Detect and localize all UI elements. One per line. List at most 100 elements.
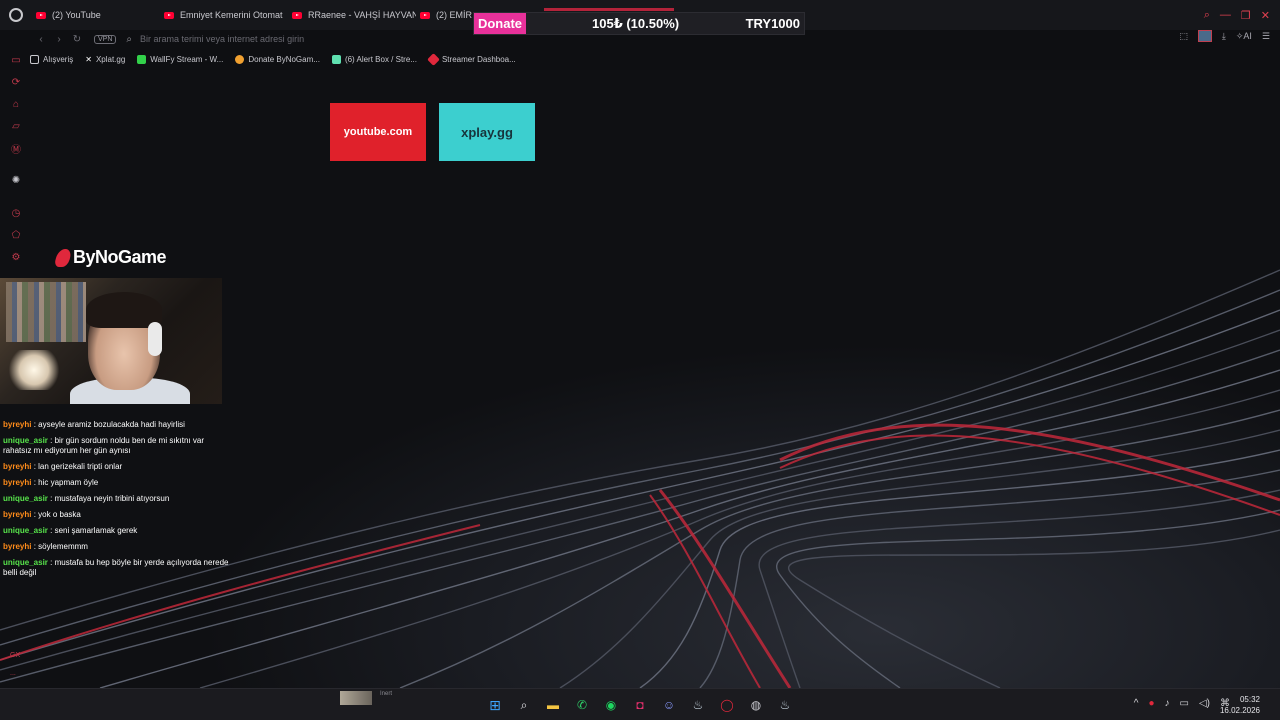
minimize-icon[interactable]: — xyxy=(1220,9,1231,21)
taskbar-thumbnail[interactable] xyxy=(340,691,372,705)
bookmark-label: Donate ByNoGam... xyxy=(248,54,320,64)
close-icon[interactable]: ✕ xyxy=(1261,9,1270,22)
wallfy-icon xyxy=(137,54,147,64)
chat-username[interactable]: byreyhi xyxy=(3,510,31,519)
wallet-icon[interactable]: ▱ xyxy=(10,120,22,132)
chat-text: : mustafaya neyin tribini atıyorsun xyxy=(50,494,170,503)
chat-username[interactable]: unique_asir xyxy=(3,558,48,567)
bag-icon[interactable]: ⌂ xyxy=(10,98,22,110)
extension-icon[interactable]: ⬠ xyxy=(10,229,22,241)
back-icon[interactable]: ‹ xyxy=(32,34,50,45)
bookmark-alertbox[interactable]: (6) Alert Box / Stre... xyxy=(331,54,417,64)
tray-chevron-icon[interactable]: ^ xyxy=(1134,698,1139,709)
chat-text: : lan gerizekali tripti onlar xyxy=(33,462,123,471)
chat-message: unique_asir : mustafaya neyin tribini at… xyxy=(3,494,233,504)
clock-time: 05:32 xyxy=(1239,695,1260,704)
chat-username[interactable]: unique_asir xyxy=(3,436,48,445)
steam-icon-2[interactable]: ♨ xyxy=(774,695,796,715)
windows-icon[interactable]: ⊞ xyxy=(484,695,506,715)
chat-username[interactable]: byreyhi xyxy=(3,420,31,429)
m-icon[interactable]: Ⓜ xyxy=(10,142,22,156)
chat-username[interactable]: byreyhi xyxy=(3,542,31,551)
taskbar-clock[interactable]: 05:32 16.02.2026 xyxy=(1220,694,1260,716)
chat-message: unique_asir : mustafa bu hep böyle bir y… xyxy=(3,558,233,578)
speed-dial-xplay[interactable]: xplay.gg xyxy=(439,103,535,161)
search-icon[interactable]: ⌕ xyxy=(513,695,535,715)
download-icon[interactable]: ⤓ xyxy=(1222,31,1226,42)
chat-text: : ayseyle aramiz bozulacakda hadi hayirl… xyxy=(33,420,185,429)
snapshot-icon[interactable]: ⬚ xyxy=(1179,31,1188,42)
vpn-badge[interactable]: VPN xyxy=(94,34,117,44)
chat-text: : seni şamarlamak gerek xyxy=(50,526,138,535)
sidebar-more-icon[interactable]: ... xyxy=(10,670,16,677)
address-input[interactable]: Bir arama terimi veya internet adresi gi… xyxy=(140,34,304,44)
chat-message: unique_asir : seni şamarlamak gerek xyxy=(3,526,233,536)
instagram-icon[interactable]: ◘ xyxy=(629,695,651,715)
aria-ai-button[interactable]: ✧AI xyxy=(1236,31,1252,42)
stream-chat: byreyhi : ayseyle aramiz bozulacakda had… xyxy=(3,420,233,584)
reload-icon[interactable]: ↻ xyxy=(68,34,86,45)
menu-icon[interactable]: ☰ xyxy=(1262,31,1270,42)
tab-rraenee[interactable]: RRaenee - VAHŞİ HAYVAN xyxy=(288,0,416,30)
tray-app-icon[interactable]: ● xyxy=(1148,698,1154,709)
tab-youtube[interactable]: (2) YouTube xyxy=(32,0,160,30)
lamp-glow xyxy=(4,350,64,390)
chat-message: byreyhi : hic yapmam öyle xyxy=(3,478,233,488)
bookmark-label: (6) Alert Box / Stre... xyxy=(344,54,417,64)
bookmark-streamer-dashboard[interactable]: Streamer Dashboa... xyxy=(427,52,516,66)
chrome-icon[interactable]: ◍ xyxy=(745,695,767,715)
chat-text: : yok o baska xyxy=(33,510,81,519)
youtube-icon xyxy=(36,11,46,19)
chat-username[interactable]: byreyhi xyxy=(3,478,31,487)
chat-username[interactable]: unique_asir xyxy=(3,526,48,535)
toolbar-right: ⬚ ⤓ ✧AI ☰ xyxy=(1179,30,1270,42)
taskbar-thumbnail-label: Inert xyxy=(380,691,393,697)
chat-username[interactable]: unique_asir xyxy=(3,494,48,503)
chat-message: byreyhi : yok o baska xyxy=(3,510,233,520)
bynogame-overlay-logo: ByNoGame xyxy=(53,247,167,268)
whatsapp-icon[interactable]: ✆ xyxy=(571,695,593,715)
youtube-icon xyxy=(292,11,302,19)
bookmark-label: WallFy Stream - W... xyxy=(150,54,224,64)
restore-icon[interactable]: ❐ xyxy=(1241,9,1251,22)
chat-username[interactable]: byreyhi xyxy=(3,462,31,471)
steam-icon[interactable]: ♨ xyxy=(687,695,709,715)
bookmark-label: Xplat.gg xyxy=(95,54,126,64)
settings-icon[interactable]: ⚙ xyxy=(10,251,22,263)
address-bar: ‹ › ↻ VPN ⌕ Bir arama terimi veya intern… xyxy=(0,30,1280,48)
bookmark-wallfy[interactable]: WallFy Stream - W... xyxy=(137,54,224,64)
discord-icon[interactable]: ☺ xyxy=(658,695,680,715)
bookmark-bynogame[interactable]: Donate ByNoGam... xyxy=(235,54,320,64)
opera-gx-logo-icon[interactable] xyxy=(0,0,32,30)
chatgpt-icon[interactable]: ✺ xyxy=(10,174,22,186)
bookmark-xplat[interactable]: ✕ Xplat.gg xyxy=(85,55,125,64)
profile-icon[interactable] xyxy=(1197,30,1212,42)
forward-icon[interactable]: › xyxy=(50,34,68,45)
bookmark-alisveris[interactable]: Alışveriş xyxy=(30,54,73,64)
tab-label: (2) YouTube xyxy=(52,10,101,20)
system-tray: ^ ● ♪ ▭ ◁) ⌘ xyxy=(1134,698,1230,709)
chat-message: byreyhi : ayseyle aramiz bozulacakda had… xyxy=(3,420,233,430)
bookmarks-bar: Alışveriş ✕ Xplat.gg WallFy Stream - W..… xyxy=(30,52,516,66)
tab-label: Emniyet Kemerini Otomat xyxy=(180,10,283,20)
speed-dial-youtube[interactable]: youtube.com xyxy=(330,103,426,161)
file-explorer-icon[interactable]: ▬ xyxy=(542,695,564,715)
spotify-icon[interactable]: ◉ xyxy=(600,695,622,715)
donate-goal: TRY1000 xyxy=(745,16,800,31)
tab-emniyet[interactable]: Emniyet Kemerini Otomat xyxy=(160,0,288,30)
refresh-icon[interactable]: ⟳ xyxy=(10,76,22,88)
youtube-icon xyxy=(164,11,174,19)
opera-gx-icon[interactable]: ◯ xyxy=(716,695,738,715)
volume-icon[interactable]: ◁) xyxy=(1199,698,1210,709)
streamer-icon xyxy=(427,52,440,66)
ai-label: AI xyxy=(1243,30,1252,41)
webcam-feed xyxy=(0,278,222,404)
search-tabs-icon[interactable]: ⌕ xyxy=(1204,9,1210,22)
bookmark-label: Streamer Dashboa... xyxy=(441,54,516,64)
briefcase-icon[interactable]: ▭ xyxy=(10,54,22,66)
history-icon[interactable]: ◷ xyxy=(10,207,22,219)
taskbar-apps: ⊞ ⌕ ▬ ✆ ◉ ◘ ☺ ♨ ◯ ◍ ♨ xyxy=(484,695,796,715)
display-icon[interactable]: ▭ xyxy=(1180,698,1189,709)
microphone-icon[interactable]: ♪ xyxy=(1165,698,1170,709)
chat-text: : söylememmm xyxy=(33,542,88,551)
